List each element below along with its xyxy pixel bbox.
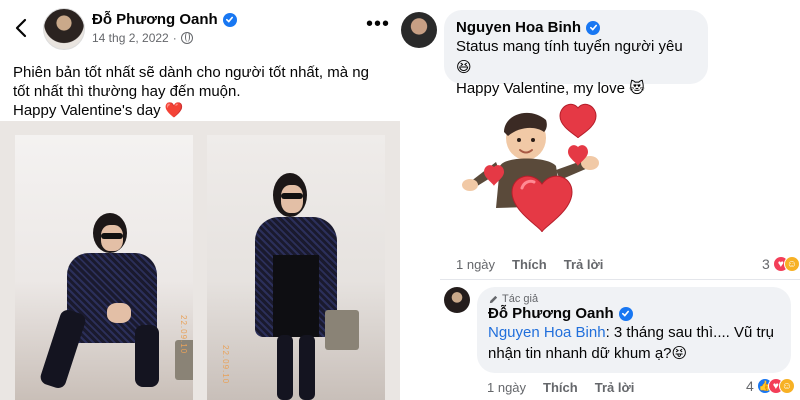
post-text-line1: Phiên bản tốt nhất sẽ dành cho người tốt…	[13, 64, 369, 100]
comment-time[interactable]: 1 ngày	[456, 257, 495, 272]
reaction-summary[interactable]: 3 ♥ ☺	[762, 256, 800, 272]
reply-time[interactable]: 1 ngày	[487, 380, 526, 395]
post-meta: 14 thg 2, 2022 ·	[92, 31, 193, 45]
handbag	[325, 310, 359, 350]
post-author-row: Đỗ Phương Oanh	[92, 11, 237, 28]
verified-badge-icon	[222, 12, 237, 27]
post-panel: Đỗ Phương Oanh 14 thg 2, 2022 · ••• Phiê…	[0, 0, 400, 400]
author-tag: Tác giả	[488, 293, 780, 305]
post-date[interactable]: 14 thg 2, 2022	[92, 31, 169, 45]
verified-badge-icon	[586, 20, 601, 35]
figure-knee	[107, 303, 131, 323]
figure-dress	[273, 255, 319, 337]
reply-author-avatar[interactable]	[444, 287, 470, 313]
haha-reaction-icon: ☺	[783, 256, 800, 272]
photo-date-stamp: 22.09.10	[179, 315, 188, 355]
haha-reaction-icon: ☺	[778, 378, 795, 394]
comments-panel: Nguyen Hoa Binh Status mang tính tuyển n…	[400, 0, 800, 400]
laughing-emoji: 😆	[456, 59, 472, 76]
more-options-icon[interactable]: •••	[366, 14, 390, 34]
reply-text: Nguyen Hoa Binh: 3 tháng sau thì.... Vũ …	[488, 322, 780, 364]
reply-reaction-summary[interactable]: 4 👍 ♥ ☺	[746, 378, 795, 394]
sunglasses	[281, 193, 303, 199]
figure-boot-left	[277, 335, 293, 400]
reply-button[interactable]: Trả lời	[595, 380, 635, 395]
reply-actions: 1 ngày Thích Trả lời	[487, 380, 634, 395]
mention-link[interactable]: Nguyen Hoa Binh	[488, 324, 606, 341]
commenter-name[interactable]: Nguyen Hoa Binh	[456, 19, 581, 36]
like-button[interactable]: Thích	[512, 257, 547, 272]
meta-separator: ·	[172, 31, 177, 45]
author-tag-label: Tác giả	[502, 293, 539, 305]
post-photos: 22.09.10 22.09.10	[0, 121, 400, 400]
post-photo-2[interactable]: 22.09.10	[207, 135, 385, 400]
post-text-line2: Happy Valentine's day	[13, 102, 161, 119]
tongue-emoji: 😝	[671, 345, 688, 362]
heart-eyes-cat-emoji: 😻	[629, 80, 645, 97]
figure-boot-right	[299, 335, 315, 400]
verified-badge-icon	[618, 306, 633, 321]
comment-actions: 1 ngày Thích Trả lời	[456, 257, 603, 272]
figure-face	[281, 185, 303, 213]
back-arrow-icon[interactable]	[12, 18, 32, 38]
commenter-name-row: Nguyen Hoa Binh	[456, 19, 696, 36]
reply-author-name[interactable]: Đỗ Phương Oanh	[488, 305, 614, 322]
post-text: Phiên bản tốt nhất sẽ dành cho người tốt…	[13, 63, 388, 120]
reply-reaction-count: 4	[746, 378, 754, 394]
reply-button[interactable]: Trả lời	[564, 257, 604, 272]
avatar-hearts-sticker	[462, 103, 599, 233]
post-author-avatar[interactable]	[43, 8, 85, 50]
reply-bubble: Tác giả Đỗ Phương Oanh Nguyen Hoa Binh: …	[477, 287, 791, 373]
reaction-count: 3	[762, 256, 770, 272]
post-photo-1[interactable]: 22.09.10	[15, 135, 193, 400]
heart-emoji: ❤️	[164, 102, 184, 119]
like-button[interactable]: Thích	[543, 380, 578, 395]
sunglasses	[101, 233, 123, 239]
comment-divider	[440, 279, 800, 280]
comment-bubble: Nguyen Hoa Binh Status mang tính tuyển n…	[444, 10, 708, 97]
commenter-avatar[interactable]	[401, 12, 437, 48]
photo-date-stamp: 22.09.10	[221, 345, 230, 385]
post-author-name[interactable]: Đỗ Phương Oanh	[92, 11, 218, 28]
figure-boot-left	[38, 307, 88, 391]
pencil-icon	[489, 295, 498, 303]
figure-boot-right	[135, 325, 159, 387]
reply-author-row: Đỗ Phương Oanh	[488, 305, 780, 322]
globe-icon	[180, 32, 193, 44]
comment-text-line1: Status mang tính tuyển người yêu 😆	[456, 38, 683, 76]
